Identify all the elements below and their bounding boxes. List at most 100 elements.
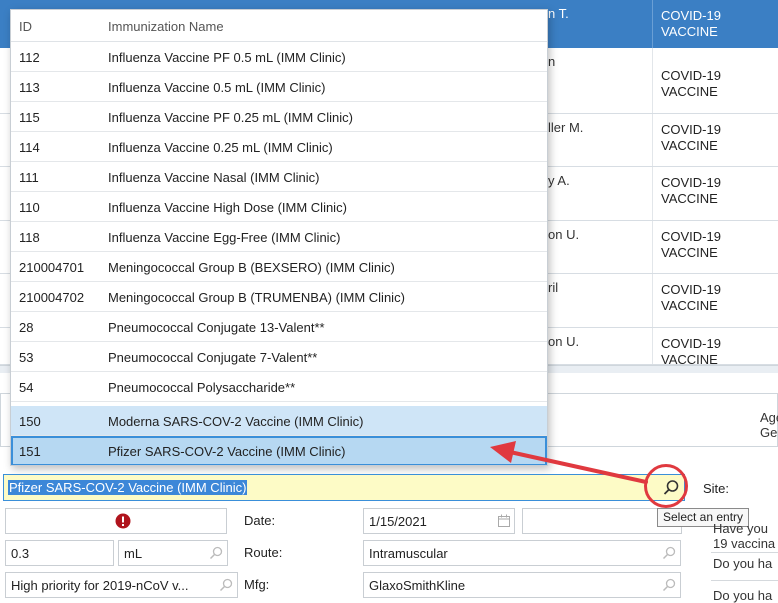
- dropdown-option[interactable]: 114 Influenza Vaccine 0.25 mL (IMM Clinic…: [11, 132, 547, 162]
- option-name: Pfizer SARS-COV-2 Vaccine (IMM Clinic): [108, 444, 346, 459]
- dropdown-option[interactable]: 210004702 Meningococcal Group B (TRUMENBA…: [11, 282, 547, 312]
- option-id: 118: [19, 230, 40, 245]
- search-icon[interactable]: [219, 578, 233, 592]
- option-name: Meningococcal Group B (TRUMENBA) (IMM Cl…: [108, 290, 405, 305]
- date-label: Date:: [244, 513, 276, 528]
- vaccine-name: COVID-19 VACCINE: [661, 229, 721, 260]
- option-name: Meningococcal Group B (BEXSERO) (IMM Cli…: [108, 260, 395, 275]
- option-id: 53: [19, 350, 34, 365]
- option-id: 210004701: [19, 260, 85, 275]
- dose-field[interactable]: 0.3: [5, 540, 114, 566]
- patient-name: n: [548, 54, 556, 69]
- dose-value: 0.3: [11, 546, 30, 561]
- calendar-icon[interactable]: [497, 514, 511, 528]
- column-divider: [652, 328, 653, 364]
- column-divider: [652, 167, 653, 220]
- dropdown-option-highlighted[interactable]: 150 Moderna SARS-COV-2 Vaccine (IMM Clini…: [11, 406, 547, 436]
- search-icon[interactable]: [662, 546, 676, 560]
- vaccine-name: COVID-19 VACCINE: [661, 282, 721, 313]
- priority-value: High priority for 2019-nCoV v...: [11, 578, 189, 593]
- search-icon[interactable]: [209, 546, 223, 560]
- route-value: Intramuscular: [369, 546, 448, 561]
- mfg-label: Mfg:: [244, 577, 270, 592]
- option-id: 151: [19, 444, 41, 459]
- option-name: Influenza Vaccine 0.5 mL (IMM Clinic): [108, 80, 326, 95]
- dropdown-option[interactable]: 54 Pneumococcal Polysaccharide**: [11, 372, 547, 402]
- option-name: Influenza Vaccine High Dose (IMM Clinic): [108, 200, 347, 215]
- option-id: 150: [19, 414, 41, 429]
- option-id: 28: [19, 320, 34, 335]
- patient-name: ril: [548, 280, 559, 295]
- dropdown-header: ID Immunization Name: [11, 10, 547, 42]
- route-field[interactable]: Intramuscular: [363, 540, 681, 566]
- dropdown-option[interactable]: 28 Pneumococcal Conjugate 13-Valent**: [11, 312, 547, 342]
- vaccine-name: COVID-19 VACCINE: [661, 122, 721, 153]
- option-id: 54: [19, 380, 34, 395]
- option-name: Pneumococcal Conjugate 13-Valent**: [108, 320, 325, 335]
- immunization-combobox-value[interactable]: Pfizer SARS-COV-2 Vaccine (IMM Clinic): [8, 480, 248, 495]
- dropdown-option[interactable]: 118 Influenza Vaccine Egg-Free (IMM Clini…: [11, 222, 547, 252]
- question-divider: [711, 552, 778, 553]
- annotation-circle: [644, 464, 688, 508]
- option-name: Influenza Vaccine PF 0.25 mL (IMM Clinic…: [108, 110, 353, 125]
- date-value: 1/15/2021: [369, 514, 427, 529]
- dropdown-option[interactable]: 53 Pneumococcal Conjugate 7-Valent**: [11, 342, 547, 372]
- option-name: Pneumococcal Conjugate 7-Valent**: [108, 350, 318, 365]
- column-divider: [652, 274, 653, 327]
- site-label: Site:: [703, 481, 730, 496]
- column-divider: [652, 114, 653, 166]
- patient-name: n T.: [548, 6, 569, 21]
- route-label: Route:: [244, 545, 283, 560]
- option-id: 112: [19, 50, 40, 65]
- question-divider: [711, 580, 778, 581]
- patient-name: ller M.: [548, 120, 584, 135]
- patient-name: on U.: [548, 227, 580, 242]
- mfg-field[interactable]: GlaxoSmithKline: [363, 572, 681, 598]
- column-divider: [652, 221, 653, 273]
- age-label: Age: [760, 410, 778, 425]
- vaccine-name: COVID-19 VACCINE: [661, 68, 721, 99]
- dropdown-option-selected[interactable]: 151 Pfizer SARS-COV-2 Vaccine (IMM Clinic…: [11, 436, 547, 465]
- option-name: Influenza Vaccine Nasal (IMM Clinic): [108, 170, 320, 185]
- date-field[interactable]: 1/15/2021: [363, 508, 515, 534]
- question-text: Have you: [713, 521, 768, 536]
- search-icon[interactable]: [662, 578, 676, 592]
- column-header-name: Immunization Name: [108, 19, 224, 34]
- immunization-combobox[interactable]: Pfizer SARS-COV-2 Vaccine (IMM Clinic): [3, 474, 685, 501]
- unit-value: mL: [124, 546, 143, 561]
- option-id: 110: [19, 200, 40, 215]
- patient-name: y A.: [548, 173, 570, 188]
- column-divider: [652, 48, 653, 113]
- dropdown-option[interactable]: 210004701 Meningococcal Group B (BEXSERO)…: [11, 252, 547, 282]
- error-icon: [115, 513, 131, 529]
- priority-field[interactable]: High priority for 2019-nCoV v...: [5, 572, 238, 598]
- option-name: Influenza Vaccine Egg-Free (IMM Clinic): [108, 230, 341, 245]
- dropdown-option[interactable]: 113 Influenza Vaccine 0.5 mL (IMM Clinic): [11, 72, 547, 102]
- mfg-value: GlaxoSmithKline: [369, 578, 466, 593]
- option-name: Pneumococcal Polysaccharide**: [108, 380, 296, 395]
- question-text: Do you ha: [713, 588, 773, 603]
- column-divider: [652, 0, 653, 48]
- vaccine-name: COVID-19 VACCINE: [661, 8, 721, 39]
- option-id: 115: [19, 110, 40, 125]
- unit-field[interactable]: mL: [118, 540, 228, 566]
- option-name: Moderna SARS-COV-2 Vaccine (IMM Clinic): [108, 414, 364, 429]
- dropdown-option[interactable]: 110 Influenza Vaccine High Dose (IMM Clin…: [11, 192, 547, 222]
- option-id: 111: [19, 170, 39, 185]
- option-name: Influenza Vaccine PF 0.5 mL (IMM Clinic): [108, 50, 346, 65]
- question-text: Do you ha: [713, 556, 773, 571]
- option-id: 114: [19, 140, 40, 155]
- vaccine-name: COVID-19 VACCINE: [661, 175, 721, 206]
- column-header-id: ID: [19, 19, 32, 34]
- status-field[interactable]: [5, 508, 227, 534]
- vaccine-name: COVID-19 VACCINE: [661, 336, 721, 365]
- dropdown-option[interactable]: 111 Influenza Vaccine Nasal (IMM Clinic): [11, 162, 547, 192]
- option-id: 113: [19, 80, 40, 95]
- dropdown-option[interactable]: 115 Influenza Vaccine PF 0.25 mL (IMM Cli…: [11, 102, 547, 132]
- option-id: 210004702: [19, 290, 85, 305]
- patient-name: on U.: [548, 334, 580, 349]
- question-text: 19 vaccina: [713, 536, 776, 551]
- age-gender-label: Age Ge: [760, 410, 778, 440]
- immunization-dropdown[interactable]: ID Immunization Name 112 Influenza Vaccin…: [10, 9, 548, 466]
- dropdown-option[interactable]: 112 Influenza Vaccine PF 0.5 mL (IMM Clin…: [11, 42, 547, 72]
